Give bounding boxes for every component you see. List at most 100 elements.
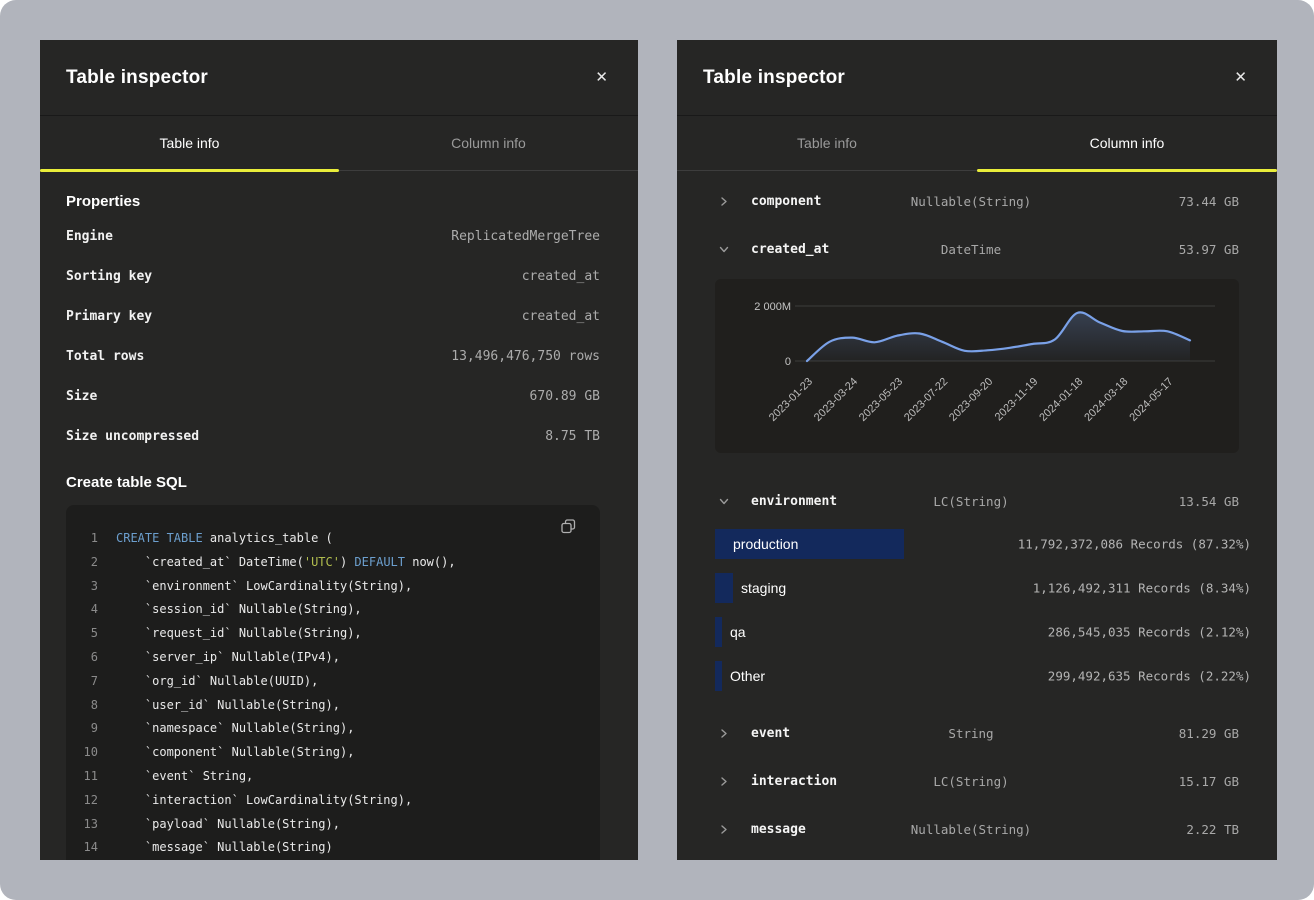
line-number: 6 [66, 646, 98, 670]
y-tick-zero: 0 [785, 356, 791, 368]
table-inspector-dialog-column-info: Table inspector ✕ Table info Column info… [677, 40, 1277, 860]
sql-code-line: 12 `interaction` LowCardinality(String), [66, 789, 600, 813]
properties-section-title: Properties [66, 193, 600, 210]
table-info-content: Properties EngineReplicatedMergeTreeSort… [40, 193, 638, 860]
tab-column-info[interactable]: Column info [339, 116, 638, 170]
sql-keyword: CREATE TABLE [116, 531, 203, 545]
tab-table-info[interactable]: Table info [677, 116, 977, 170]
sql-code-line: 2 `created_at` DateTime('UTC') DEFAULT n… [66, 551, 600, 575]
chevron-right-icon [703, 728, 751, 739]
table-inspector-dialog-table-info: Table inspector ✕ Table info Column info… [40, 40, 638, 860]
value-row: production11,792,372,086 Records (87.32%… [715, 529, 1239, 559]
value-records: 286,545,035 Records (2.12%) [1048, 625, 1251, 640]
properties-list: EngineReplicatedMergeTreeSorting keycrea… [66, 216, 600, 456]
value-row: staging1,126,492,311 Records (8.34%) [715, 573, 1239, 603]
value-bar [715, 617, 722, 647]
property-label: Engine [66, 229, 113, 244]
line-number: 9 [66, 717, 98, 741]
line-number: 4 [66, 598, 98, 622]
line-number: 5 [66, 622, 98, 646]
line-number: 7 [66, 670, 98, 694]
column-row-environment[interactable]: environmentLC(String)13.54 GB [703, 477, 1239, 525]
chevron-right-icon [703, 776, 751, 787]
x-tick-label: 2023-03-24 [812, 376, 860, 424]
column-row-created_at[interactable]: created_atDateTime53.97 GB [703, 225, 1239, 273]
property-label: Total rows [66, 349, 144, 364]
column-chart-block: 2 000M 0 2023-01-232023-03-242023-05-232… [715, 279, 1239, 453]
chevron-down-icon [703, 244, 751, 255]
area-fill [807, 312, 1190, 361]
column-list: componentNullable(String)73.44 GBcreated… [677, 171, 1277, 853]
line-number: 14 [66, 836, 98, 860]
x-tick-label: 2023-07-22 [902, 376, 950, 424]
line-number: 2 [66, 551, 98, 575]
column-size: 81.29 GB [1179, 726, 1239, 741]
copy-icon[interactable] [559, 517, 578, 539]
property-label: Primary key [66, 309, 152, 324]
sql-text: `message` Nullable(String) [116, 840, 333, 854]
sql-text: `component` Nullable(String), [116, 745, 354, 759]
property-row: Engine ReplicatedMergeTree [66, 216, 600, 256]
value-row: Other299,492,635 Records (2.22%) [715, 661, 1239, 691]
column-values-list: production11,792,372,086 Records (87.32%… [715, 529, 1239, 691]
sql-text: now(), [405, 555, 456, 569]
sql-code-line: 6 `server_ip` Nullable(IPv4), [66, 646, 600, 670]
column-name: interaction [751, 774, 837, 789]
dialog-header: Table inspector ✕ [40, 40, 638, 116]
property-row: Primary keycreated_at [66, 296, 600, 336]
tab-column-info[interactable]: Column info [977, 116, 1277, 170]
value-records: 299,492,635 Records (2.22%) [1048, 669, 1251, 684]
sql-code-line: 1CREATE TABLE analytics_table ( [66, 527, 600, 551]
value-records: 1,126,492,311 Records (8.34%) [1033, 581, 1251, 596]
sql-string: 'UTC' [304, 555, 340, 569]
property-row: Total rows13,496,476,750 rows [66, 336, 600, 376]
sql-code-line: 10 `component` Nullable(String), [66, 741, 600, 765]
tab-table-info[interactable]: Table info [40, 116, 339, 170]
column-row-event[interactable]: eventString81.29 GB [703, 709, 1239, 757]
column-size: 2.22 TB [1186, 822, 1239, 837]
column-size: 15.17 GB [1179, 774, 1239, 789]
sql-code-line: 7 `org_id` Nullable(UUID), [66, 670, 600, 694]
x-tick-label: 2023-09-20 [947, 376, 995, 424]
x-tick-label: 2023-11-19 [993, 376, 1041, 424]
sql-text: ) [340, 555, 354, 569]
column-row-component[interactable]: componentNullable(String)73.44 GB [703, 177, 1239, 225]
sql-keyword: DEFAULT [354, 555, 405, 569]
property-value: created_at [522, 269, 600, 284]
sql-text: `session_id` Nullable(String), [116, 602, 362, 616]
column-size: 13.54 GB [1179, 494, 1239, 509]
line-number: 3 [66, 575, 98, 599]
sql-code-line: 13 `payload` Nullable(String), [66, 813, 600, 837]
y-tick-max: 2 000M [754, 301, 791, 313]
column-size: 53.97 GB [1179, 242, 1239, 257]
sql-code-line: 14 `message` Nullable(String) [66, 836, 600, 860]
value-label: staging [741, 580, 786, 596]
x-tick-label: 2024-01-18 [1037, 376, 1085, 424]
tab-bar: Table info Column info [40, 116, 638, 171]
property-value: 8.75 TB [545, 429, 600, 444]
value-label: Other [730, 668, 765, 684]
property-row: Size670.89 GB [66, 376, 600, 416]
value-bar [715, 573, 733, 603]
sql-code-line: 11 `event` String, [66, 765, 600, 789]
column-row-interaction[interactable]: interactionLC(String)15.17 GB [703, 757, 1239, 805]
column-row-message[interactable]: messageNullable(String)2.22 TB [703, 805, 1239, 853]
sql-text: `user_id` Nullable(String), [116, 698, 340, 712]
sql-code-line: 5 `request_id` Nullable(String), [66, 622, 600, 646]
value-label: production [733, 536, 798, 552]
chevron-right-icon [703, 824, 751, 835]
line-number: 8 [66, 694, 98, 718]
value-row: qa286,545,035 Records (2.12%) [715, 617, 1239, 647]
x-tick-label: 2024-03-18 [1082, 376, 1130, 424]
sql-code-line: 8 `user_id` Nullable(String), [66, 694, 600, 718]
x-tick-label: 2023-01-23 [767, 376, 815, 424]
property-value: ReplicatedMergeTree [451, 229, 600, 244]
dialog-title: Table inspector [703, 67, 845, 89]
dialog-title: Table inspector [66, 67, 208, 89]
line-number: 13 [66, 813, 98, 837]
close-icon[interactable]: ✕ [591, 66, 612, 89]
column-name: environment [751, 494, 837, 509]
close-icon[interactable]: ✕ [1230, 66, 1251, 89]
property-value: 670.89 GB [530, 389, 600, 404]
value-bar [715, 661, 722, 691]
